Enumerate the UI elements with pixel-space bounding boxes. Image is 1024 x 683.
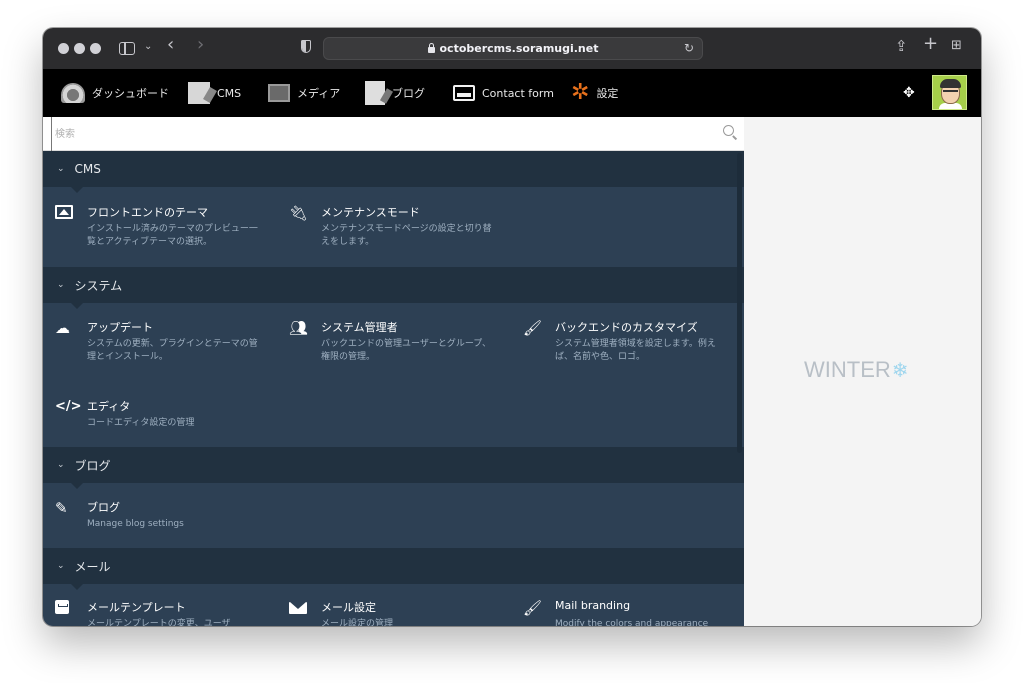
settings-gear-icon: ✲ — [571, 80, 590, 105]
item-title: エディタ — [87, 400, 131, 413]
section-header-blog[interactable]: ⌄ ブログ — [43, 447, 744, 489]
nav-item-cms[interactable]: CMS — [188, 69, 241, 117]
section-header-cms[interactable]: ⌄ CMS — [43, 151, 744, 193]
nav-label: Contact form — [482, 86, 554, 100]
section-title: システム — [74, 278, 123, 293]
item-title: バックエンドのカスタマイズ — [555, 321, 698, 334]
section-header-mail[interactable]: ⌄ メール — [43, 548, 744, 590]
nav-item-dashboard[interactable]: ダッシュボード — [61, 69, 169, 117]
lock-icon — [427, 42, 435, 53]
chevron-down-icon[interactable]: ⌄ — [144, 39, 152, 55]
crosshair-icon[interactable]: ✥ — [903, 85, 915, 101]
item-title: メールテンプレート — [87, 601, 186, 614]
winter-logo: WINTER❄ — [804, 357, 909, 383]
chevron-down-icon: ⌄ — [57, 561, 65, 571]
brand-text: WINTER — [804, 357, 891, 382]
contact-form-icon — [453, 85, 475, 101]
pencil-icon: ✎ — [55, 499, 68, 517]
browser-window: ⌄ ‹ › octobercms.soramugi.net ↻ ⇪ + ⊞ ダッ… — [43, 28, 981, 626]
envelope-icon — [289, 602, 307, 614]
search-bar — [43, 117, 744, 151]
code-icon: </> — [55, 399, 82, 414]
new-tab-icon[interactable]: + — [923, 35, 938, 53]
nav-label: メディア — [297, 87, 341, 100]
item-description: インストール済みのテーマのプレビュー一覧とアクティブテーマの選択。 — [87, 224, 258, 247]
search-input[interactable] — [51, 117, 711, 151]
paintbrush-icon: 🖌︎ — [523, 599, 543, 617]
chevron-down-icon: ⌄ — [57, 460, 65, 470]
cloud-download-icon: ☁ — [55, 319, 70, 337]
nav-label: 設定 — [596, 87, 619, 100]
item-description: バックエンドの管理ユーザーとグループ、権限の管理。 — [321, 339, 492, 362]
close-window-button[interactable] — [58, 43, 69, 54]
item-title: システム管理者 — [321, 321, 398, 334]
minimize-window-button[interactable] — [74, 43, 85, 54]
tab-overview-icon[interactable]: ⊞ — [951, 38, 962, 54]
avatar-shirt — [939, 103, 962, 109]
content-scrollbar[interactable] — [737, 153, 742, 453]
plug-icon: 🔌︎ — [289, 204, 309, 222]
zoom-window-button[interactable] — [90, 43, 101, 54]
paintbrush-icon: 🖌︎ — [523, 319, 543, 337]
privacy-shield-icon[interactable] — [301, 40, 311, 53]
users-icon: 👥︎ — [289, 319, 309, 337]
sidebar-toggle-icon[interactable] — [119, 42, 135, 55]
avatar-glasses — [943, 90, 958, 94]
item-title: Mail branding — [555, 599, 631, 612]
item-description: システム管理者領域を設定します。例えば、名前や色、ロゴ。 — [555, 339, 716, 362]
item-description: メール設定の管理 — [321, 619, 394, 626]
item-description: コードエディタ設定の管理 — [87, 418, 195, 428]
cms-icon — [188, 82, 210, 104]
right-panel: WINTER❄ — [744, 117, 981, 626]
browser-toolbar: ⌄ ‹ › octobercms.soramugi.net ↻ ⇪ + ⊞ — [43, 28, 981, 69]
item-title: フロントエンドのテーマ — [87, 206, 208, 219]
nav-item-settings[interactable]: ✲ 設定 — [571, 69, 618, 117]
nav-item-contact-form[interactable]: Contact form — [453, 69, 554, 117]
item-description: システムの更新、プラグインとテーマの管理とインストール。 — [87, 339, 258, 362]
forward-arrow-icon[interactable]: › — [197, 36, 204, 54]
item-title: アップデート — [87, 321, 153, 334]
snowflake-icon: ❄ — [891, 360, 909, 382]
nav-item-media[interactable]: メディア — [268, 69, 340, 117]
media-icon — [268, 84, 290, 102]
chevron-down-icon: ⌄ — [57, 164, 65, 174]
nav-label: CMS — [217, 86, 242, 100]
mail-template-icon — [55, 600, 69, 614]
item-title: メール設定 — [321, 601, 376, 614]
nav-label: ブログ — [392, 87, 425, 100]
reload-icon[interactable]: ↻ — [684, 41, 694, 55]
user-avatar[interactable] — [932, 75, 967, 110]
item-title: ブログ — [87, 501, 120, 514]
section-header-system[interactable]: ⌄ システム — [43, 267, 744, 309]
dashboard-icon — [61, 83, 85, 103]
address-bar[interactable]: octobercms.soramugi.net ↻ — [323, 37, 703, 60]
section-title: CMS — [74, 162, 101, 176]
share-icon[interactable]: ⇪ — [895, 38, 908, 54]
item-description: Modify the colors and appearance — [555, 619, 709, 626]
settings-panel: ⌄ CMS フロントエンドのテーマ インストール済みのテーマのプレビュー一覧とア… — [43, 117, 744, 626]
image-icon — [55, 205, 73, 219]
item-description: メンテナンスモードページの設定と切り替えをします。 — [321, 224, 492, 247]
blog-icon — [365, 81, 385, 105]
search-icon[interactable] — [723, 125, 734, 136]
avatar-hair — [940, 79, 961, 88]
nav-label: ダッシュボード — [92, 87, 169, 100]
nav-item-blog[interactable]: ブログ — [365, 69, 425, 117]
main-navigation: ダッシュボード CMS メディア ブログ Contact form ✲ 設定 — [43, 69, 981, 117]
item-title: メンテナンスモード — [321, 206, 420, 219]
item-description: メールテンプレートの変更、ユーザ — [87, 619, 231, 626]
section-title: メール — [74, 559, 111, 574]
back-arrow-icon[interactable]: ‹ — [167, 36, 174, 54]
section-title: ブログ — [74, 458, 111, 473]
item-description: Manage blog settings — [87, 519, 184, 529]
url-text: octobercms.soramugi.net — [439, 42, 599, 55]
chevron-down-icon: ⌄ — [57, 280, 65, 290]
